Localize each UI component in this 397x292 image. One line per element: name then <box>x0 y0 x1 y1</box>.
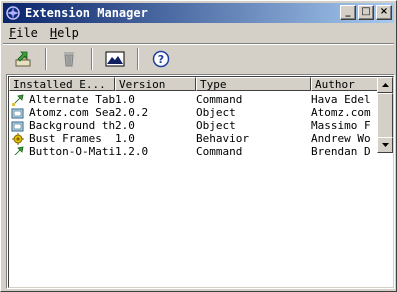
column-header-installed[interactable]: Installed E... <box>9 77 115 91</box>
scroll-thumb[interactable] <box>377 93 393 139</box>
extension-name-cell: Alternate Tab <box>9 93 115 106</box>
extension-name-cell: Bust Frames <box>9 132 115 145</box>
toolbar-separator <box>91 48 93 70</box>
extension-list[interactable]: Installed E... Version Type Author Alter… <box>6 74 395 289</box>
list-item[interactable]: Background th 2.0 Object Massimo F <box>9 119 378 132</box>
extension-name: Background th <box>29 119 115 132</box>
app-icon <box>6 6 20 20</box>
column-header-version[interactable]: Version <box>115 77 196 91</box>
extension-type: Object <box>196 119 236 132</box>
scroll-down-button[interactable] <box>377 137 393 153</box>
maximize-button[interactable]: □ <box>358 5 374 20</box>
command-icon <box>9 93 29 106</box>
extension-type: Behavior <box>196 132 249 145</box>
menu-bar: File Help <box>3 24 85 42</box>
extension-name: Alternate Tab <box>29 93 115 106</box>
extension-type: Object <box>196 106 236 119</box>
extension-name-cell: Atomz.com Sea <box>9 106 115 119</box>
toolbar-separator <box>45 48 47 70</box>
menu-file[interactable]: File <box>3 24 44 42</box>
trash-icon <box>64 52 74 67</box>
menu-help[interactable]: Help <box>44 24 85 42</box>
extension-author: Hava Edel <box>311 93 371 106</box>
help-icon: ? <box>152 50 170 68</box>
close-button[interactable]: × <box>376 5 392 20</box>
extension-name-cell: Background th <box>9 119 115 132</box>
remove-extension-button[interactable] <box>55 47 83 71</box>
column-header-author[interactable]: Author <box>311 77 378 91</box>
arrow-up-icon <box>381 83 389 87</box>
minimize-icon: _ <box>345 6 351 17</box>
help-button[interactable]: ? <box>147 47 175 71</box>
extension-version: 1.0 <box>115 93 135 106</box>
minimize-button[interactable]: _ <box>340 5 356 20</box>
vertical-scrollbar[interactable] <box>377 77 393 153</box>
column-header-type[interactable]: Type <box>196 77 311 91</box>
exchange-button[interactable] <box>101 47 129 71</box>
extension-name: Atomz.com Sea <box>29 106 115 119</box>
mountain-icon <box>105 51 125 67</box>
extension-author: Atomz.com <box>311 106 371 119</box>
extension-author: Andrew Wo <box>311 132 371 145</box>
list-item[interactable]: Atomz.com Sea 2.0.2 Object Atomz.com <box>9 106 378 119</box>
install-extension-icon <box>15 51 31 67</box>
list-rows: Alternate Tab 1.0 Command Hava Edel Atomz.co… <box>9 93 378 158</box>
list-item[interactable]: Bust Frames 1.0 Behavior Andrew Wo <box>9 132 378 145</box>
scroll-up-button[interactable] <box>377 77 393 93</box>
close-icon: × <box>379 6 389 17</box>
toolbar: ? <box>9 46 175 72</box>
arrow-down-icon <box>381 143 389 147</box>
extension-version: 2.0 <box>115 119 135 132</box>
extension-manager-window: Extension Manager _ □ × File Help ? Inst… <box>0 0 397 292</box>
list-header: Installed E... Version Type Author <box>9 77 378 93</box>
behavior-icon <box>9 132 29 145</box>
title-bar[interactable]: Extension Manager _ □ × <box>3 3 394 23</box>
extension-type: Command <box>196 93 243 106</box>
svg-text:?: ? <box>158 53 164 66</box>
install-extension-button[interactable] <box>9 47 37 71</box>
extension-name: Bust Frames <box>29 132 102 145</box>
object-icon <box>9 120 29 132</box>
extension-version: 1.0 <box>115 132 135 145</box>
list-item[interactable]: Alternate Tab 1.0 Command Hava Edel <box>9 93 378 106</box>
extension-author: Massimo F <box>311 119 371 132</box>
menu-toolbar-divider <box>3 43 394 45</box>
window-title: Extension Manager <box>25 6 148 20</box>
maximize-icon: □ <box>361 6 371 17</box>
extension-version: 2.0.2 <box>115 106 149 119</box>
extension-details-area <box>9 155 393 287</box>
object-icon <box>9 107 29 119</box>
toolbar-separator <box>137 48 139 70</box>
